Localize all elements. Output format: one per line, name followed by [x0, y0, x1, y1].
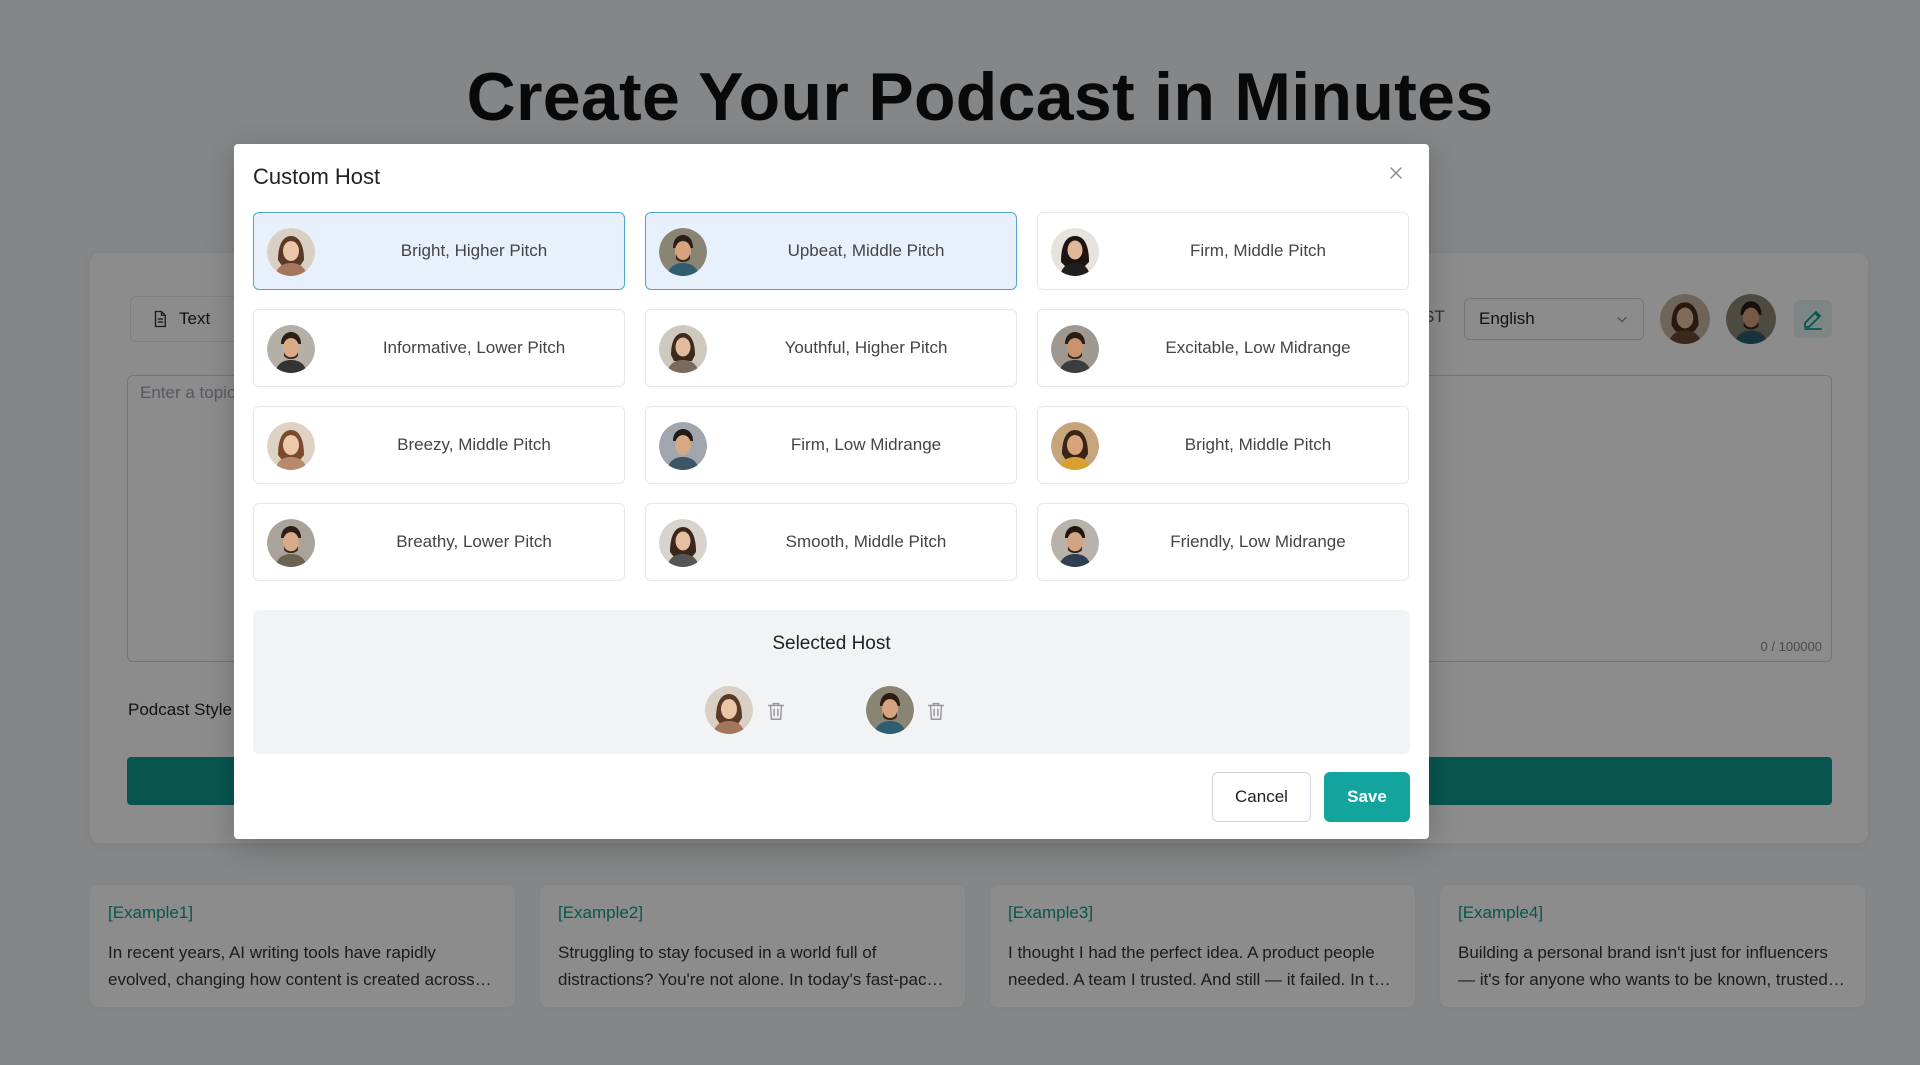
- voice-label: Smooth, Middle Pitch: [785, 532, 947, 551]
- selected-host-panel: Selected Host: [253, 610, 1410, 754]
- close-button[interactable]: [1385, 162, 1407, 184]
- close-icon: [1390, 167, 1402, 179]
- voice-label: Upbeat, Middle Pitch: [787, 241, 945, 260]
- avatar: [267, 519, 315, 567]
- voice-label: Breezy, Middle Pitch: [397, 435, 551, 454]
- voice-label: Bright, Middle Pitch: [1184, 435, 1332, 454]
- voice-grid: Bright, Higher Pitch Upbeat, Middle Pitc…: [253, 212, 1409, 581]
- voice-card[interactable]: Friendly, Low Midrange: [1037, 503, 1409, 581]
- voice-card[interactable]: Breezy, Middle Pitch: [253, 406, 625, 484]
- voice-label: Firm, Middle Pitch: [1189, 241, 1327, 260]
- cancel-button[interactable]: Cancel: [1212, 772, 1311, 822]
- voice-card[interactable]: Firm, Middle Pitch: [1037, 212, 1409, 290]
- avatar: [1051, 325, 1099, 373]
- voice-card[interactable]: Youthful, Higher Pitch: [645, 309, 1017, 387]
- avatar: [659, 325, 707, 373]
- modal-title: Custom Host: [253, 164, 381, 189]
- avatar: [267, 228, 315, 276]
- voice-label: Friendly, Low Midrange: [1170, 532, 1346, 551]
- save-button[interactable]: Save: [1324, 772, 1410, 822]
- avatar: [267, 325, 315, 373]
- voice-label: Youthful, Higher Pitch: [784, 338, 948, 357]
- selected-host-avatar-1: [705, 686, 753, 734]
- voice-label: Firm, Low Midrange: [790, 435, 942, 454]
- voice-card[interactable]: Informative, Lower Pitch: [253, 309, 625, 387]
- voice-card[interactable]: Upbeat, Middle Pitch: [645, 212, 1017, 290]
- voice-card[interactable]: Bright, Higher Pitch: [253, 212, 625, 290]
- avatar: [659, 228, 707, 276]
- selected-host-title: Selected Host: [772, 633, 891, 654]
- avatar: [659, 422, 707, 470]
- voice-card[interactable]: Firm, Low Midrange: [645, 406, 1017, 484]
- avatar: [1051, 228, 1099, 276]
- trash-icon[interactable]: [765, 700, 787, 722]
- voice-card[interactable]: Bright, Middle Pitch: [1037, 406, 1409, 484]
- avatar: [1051, 422, 1099, 470]
- voice-card[interactable]: Breathy, Lower Pitch: [253, 503, 625, 581]
- avatar: [659, 519, 707, 567]
- voice-card[interactable]: Smooth, Middle Pitch: [645, 503, 1017, 581]
- avatar: [1051, 519, 1099, 567]
- avatar: [267, 422, 315, 470]
- trash-icon[interactable]: [925, 700, 947, 722]
- voice-label: Excitable, Low Midrange: [1165, 338, 1351, 357]
- custom-host-modal: Custom Host Bright, Higher Pitch Upbeat,…: [234, 144, 1429, 839]
- voice-label: Bright, Higher Pitch: [400, 241, 548, 260]
- selected-host-avatar-2: [866, 686, 914, 734]
- voice-label: Breathy, Lower Pitch: [396, 532, 552, 551]
- voice-card[interactable]: Excitable, Low Midrange: [1037, 309, 1409, 387]
- voice-label: Informative, Lower Pitch: [382, 338, 566, 357]
